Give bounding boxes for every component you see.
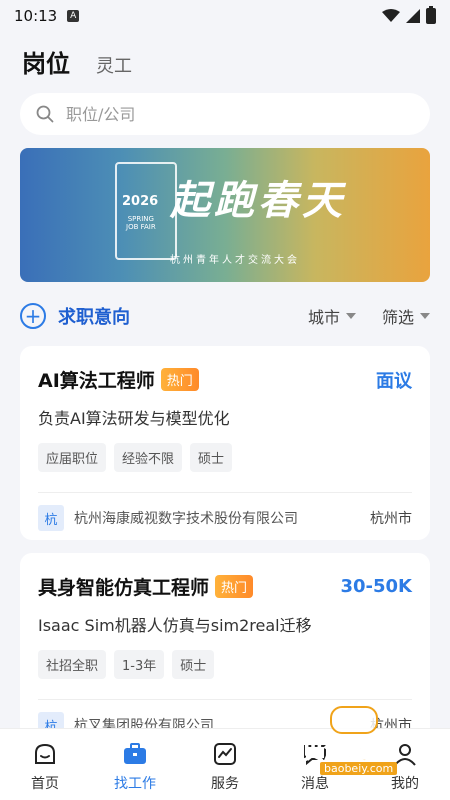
screen-filter[interactable]: 筛选 — [382, 304, 430, 328]
chart-icon — [214, 743, 236, 765]
job-title: AI算法工程师 — [38, 370, 155, 392]
job-description: Isaac Sim机器人仿真与sim2real迁移 — [38, 616, 312, 635]
tab-gig[interactable]: 灵工 — [96, 52, 132, 78]
job-tag: 1-3年 — [114, 650, 165, 679]
job-tags: 应届职位 经验不限 硕士 — [38, 443, 412, 472]
banner-year: 2026 — [122, 194, 159, 209]
banner-spring-line2: JOB FAIR — [126, 222, 156, 231]
chevron-down-icon — [345, 313, 356, 319]
briefcase-icon — [124, 743, 146, 764]
job-tag: 社招全职 — [38, 650, 107, 679]
job-card-header: 具身智能仿真工程师 热门 30-50K — [38, 573, 412, 600]
nav-service[interactable]: 服务 — [180, 729, 270, 800]
job-tag: 硕士 — [172, 650, 215, 679]
job-tag: 硕士 — [190, 443, 233, 472]
job-description: 负责AI算法研发与模型优化 — [38, 409, 230, 428]
job-tag: 经验不限 — [114, 443, 183, 472]
signal-icon — [406, 9, 420, 23]
search-icon — [36, 105, 54, 123]
search-input[interactable] — [66, 104, 366, 124]
filters: 城市 筛选 — [308, 304, 430, 328]
tab-jobs[interactable]: 岗位 — [22, 44, 70, 79]
gamepad-icon — [330, 706, 378, 734]
notification-a-icon: A — [67, 10, 80, 22]
job-salary: 面议 — [376, 370, 412, 392]
job-card-header: AI算法工程师 热门 面议 — [38, 366, 412, 393]
watermark-url: baobeiy.com — [320, 762, 398, 775]
status-right — [382, 6, 436, 24]
job-intent-label[interactable]: 求职意向 — [58, 303, 130, 329]
chevron-down-icon — [420, 313, 430, 319]
job-salary: 30-50K — [340, 576, 412, 597]
company-city: 杭州市 — [370, 511, 412, 527]
nav-find-job[interactable]: 找工作 — [90, 729, 180, 800]
banner-subtitle: 杭州青年人才交流大会 — [170, 255, 300, 266]
watermark: 宝贝游戏网 baobeiy.com — [279, 700, 430, 780]
top-tabs: 岗位 灵工 — [22, 44, 132, 79]
nav-home[interactable]: 首页 — [0, 729, 90, 800]
city-filter[interactable]: 城市 — [308, 304, 356, 328]
job-intent-row: + 求职意向 城市 筛选 — [20, 298, 430, 334]
company-row: 杭 杭州海康威视数字技术股份有限公司 杭州市 — [38, 493, 412, 531]
nav-service-label: 服务 — [211, 776, 239, 792]
company-name: 杭州海康威视数字技术股份有限公司 — [74, 511, 298, 527]
banner-spring-label: SPRING JOB FAIR — [126, 215, 156, 231]
job-card[interactable]: AI算法工程师 热门 面议 负责AI算法研发与模型优化 应届职位 经验不限 硕士… — [20, 346, 430, 540]
company-logo: 杭 — [38, 505, 64, 531]
hot-badge: 热门 — [160, 368, 199, 391]
banner-frame — [115, 162, 177, 260]
job-title: 具身智能仿真工程师 — [38, 577, 210, 599]
hot-badge: 热门 — [215, 575, 254, 598]
status-bar: 10:13 A — [0, 0, 450, 32]
nav-find-job-label: 找工作 — [114, 776, 156, 792]
wifi-icon — [382, 9, 400, 22]
city-filter-label: 城市 — [307, 308, 340, 327]
screen-filter-label: 筛选 — [381, 308, 414, 327]
job-tags: 社招全职 1-3年 硕士 — [38, 650, 412, 679]
job-tag: 应届职位 — [38, 443, 107, 472]
banner-title: 起跑春天 — [170, 177, 346, 224]
search-bar[interactable] — [20, 93, 430, 135]
home-icon — [35, 743, 55, 764]
nav-home-label: 首页 — [31, 776, 59, 792]
add-intent-icon[interactable]: + — [20, 303, 46, 329]
battery-icon — [426, 6, 436, 24]
status-time: 10:13 — [14, 7, 58, 25]
job-fair-banner[interactable]: 2026 SPRING JOB FAIR 起跑春天 杭州青年人才交流大会 — [20, 148, 430, 282]
